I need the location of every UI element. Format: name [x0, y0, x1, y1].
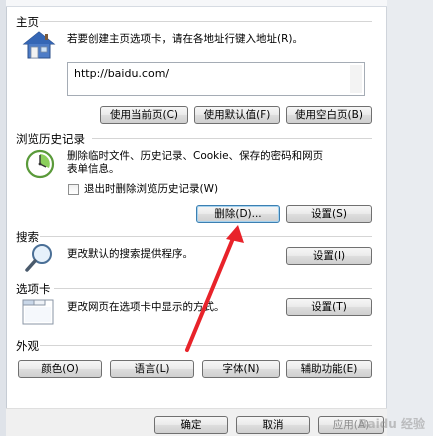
annotation-arrow	[185, 225, 244, 352]
watermark-text: Baidu 经验	[358, 417, 425, 431]
internet-options-dialog: 主页 若要创建主页选项卡，请在各地址行键入地址(R)。 http://baidu…	[0, 0, 433, 436]
